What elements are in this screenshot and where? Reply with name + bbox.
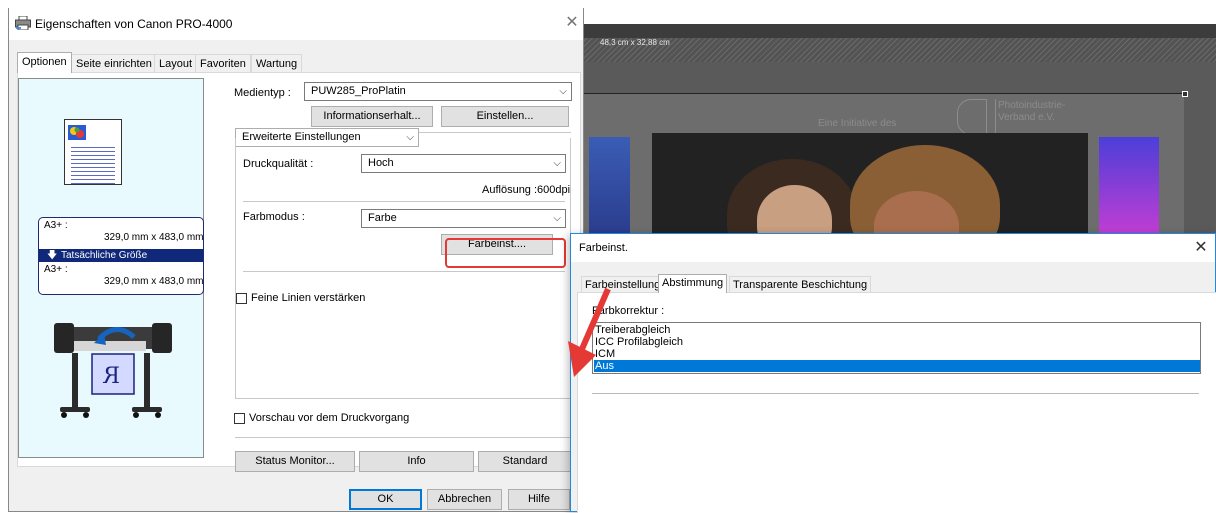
tab-optionen[interactable]: Optionen [17,52,72,73]
preview-before-print-label: Vorschau vor dem Druckvorgang [249,412,410,424]
tab-favoriten[interactable]: Favoriten [195,54,251,72]
close-icon[interactable]: ✕ [561,12,583,34]
dialog-titlebar: Farbeinst. ✕ [571,234,1215,262]
resolution-text: Auflösung :600dpi [482,184,571,196]
group-border-bottom [235,398,571,399]
tab-wartung[interactable]: Wartung [251,54,303,72]
status-monitor-button[interactable]: Status Monitor... [235,451,355,472]
divider [243,271,565,272]
ok-button[interactable]: OK [349,489,422,510]
help-button[interactable]: Hilfe [508,489,570,510]
highlight-annotation [445,238,566,268]
photo-thumbnail-right [1099,137,1159,234]
svg-text:R: R [102,364,120,389]
dialog-title: Farbeinst. [579,242,628,254]
input-paper-size: 329,0 mm x 483,0 mm [104,232,204,243]
color-correction-list[interactable]: Treiberabgleich ICC Profilabgleich ICM A… [592,322,1201,374]
divider [592,393,1199,394]
chevron-down-icon: ⌵ [559,86,567,97]
printer-icon [15,16,31,30]
output-paper-label: A3+ : [44,264,68,275]
info-button[interactable]: Info [359,451,474,472]
list-item[interactable]: Treiberabgleich [594,324,1200,336]
color-mode-select[interactable]: Farbe ⌵ [361,209,566,228]
brand-name: Photoindustrie- Verband e.V. [998,100,1065,124]
color-mode-value: Farbe [368,212,397,224]
close-icon[interactable]: ✕ [1191,238,1211,258]
fine-lines-label: Feine Linien verstärken [251,292,366,304]
canvas-size-label: 48,3 cm x 32,88 cm [600,38,670,47]
scaling-row: 🡇 Tatsächliche Größe [39,249,203,262]
media-type-value: PUW285_ProPlatin [311,85,406,97]
red-arrow-icon [568,287,611,377]
divider [235,437,571,438]
chevron-down-icon: ⌵ [553,213,561,224]
group-border-left [235,138,236,398]
list-item[interactable]: ICM [594,348,1200,360]
photo-thumbnail-left [589,137,630,234]
tab-transparente-beschichtung[interactable]: Transparente Beschichtung [729,276,872,292]
main-photo [652,133,1088,234]
print-quality-select[interactable]: Hoch ⌵ [361,154,566,173]
dialog-titlebar: Eigenschaften von Canon PRO-4000 ✕ [9,8,583,40]
printer-illustration-icon: R [54,323,172,418]
preview-before-print-checkbox[interactable] [234,413,245,424]
scaling-label: Tatsächliche Größe [61,250,148,261]
document-slogan: Eine Initiative des [818,118,897,129]
resize-handle[interactable] [1182,91,1188,97]
arrow-down-icon: 🡇 [47,250,58,261]
settings-mode-value: Erweiterte Einstellungen [242,131,361,143]
media-type-select[interactable]: PUW285_ProPlatin ⌵ [304,82,572,101]
input-paper-label: A3+ : [44,220,68,231]
list-item-selected[interactable]: Aus [594,360,1200,372]
color-image-icon [68,125,86,140]
tab-abstimmung[interactable]: Abstimmung [658,274,728,293]
settings-mode-select[interactable]: Erweiterte Einstellungen ⌵ [235,128,419,147]
chevron-down-icon: ⌵ [553,158,561,169]
brand-line-1: Photoindustrie- [998,100,1066,111]
document-tab-bar [582,38,1216,62]
info-retrieval-button[interactable]: Informationserhalt... [311,106,433,127]
list-item[interactable]: ICC Profilabgleich [594,336,1200,348]
tab-layout[interactable]: Layout [154,54,198,72]
fine-lines-checkbox[interactable] [236,293,247,304]
print-quality-label: Druckqualität : [243,158,314,170]
divider [243,201,565,202]
cancel-button[interactable]: Abbrechen [427,489,502,510]
media-type-label: Medientyp : [234,87,291,99]
output-paper-size: 329,0 mm x 483,0 mm [104,276,204,287]
color-mode-label: Farbmodus : [243,211,305,223]
dialog-title: Eigenschaften von Canon PRO-4000 [35,17,233,31]
print-quality-value: Hoch [368,157,394,169]
color-settings-dialog: Farbeinst. ✕ Farbeinstellung Abstimmung … [570,233,1216,513]
chevron-down-icon: ⌵ [406,132,414,143]
app-toolbar [582,24,1216,38]
printer-properties-dialog: Eigenschaften von Canon PRO-4000 ✕ Optio… [8,8,584,512]
brand-line-2: Verband e.V. [998,112,1055,123]
set-media-button[interactable]: Einstellen... [441,106,569,127]
standard-button[interactable]: Standard [478,451,572,472]
brand-logo-icon [985,99,996,133]
brand-logo-icon [957,99,987,135]
tab-seite-einrichten[interactable]: Seite einrichten [71,54,157,72]
